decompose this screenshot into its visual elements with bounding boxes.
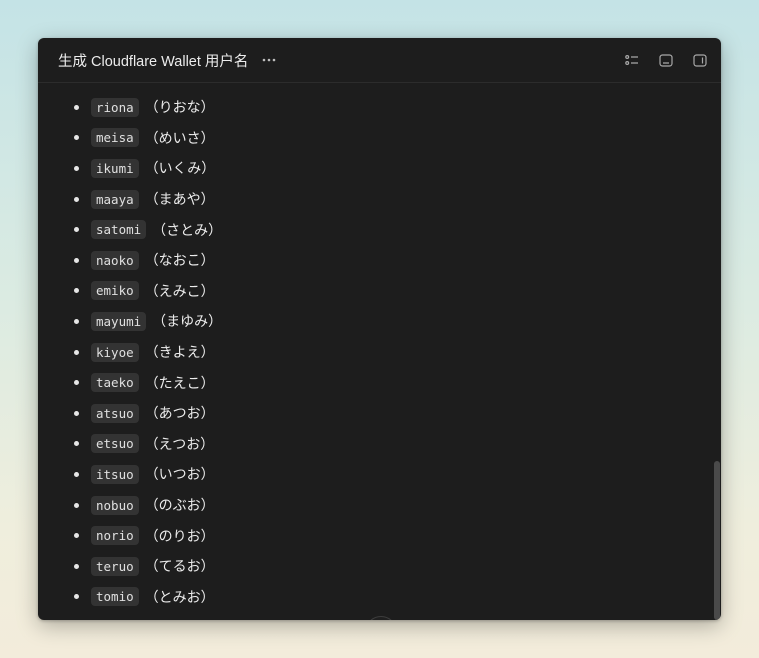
bullet <box>74 135 79 141</box>
list-item: satomi （さとみ） <box>74 214 222 245</box>
username-code: satomi <box>91 220 147 240</box>
username-reading: （りおな） <box>144 100 215 117</box>
bullet <box>74 349 79 355</box>
bullet <box>74 471 79 477</box>
scroll-to-bottom-button[interactable] <box>365 616 397 620</box>
username-code: itsuo <box>91 464 139 484</box>
username-code: ikumi <box>91 158 139 178</box>
ellipsis-icon[interactable] <box>260 51 278 69</box>
bullet <box>74 441 79 447</box>
username-code: meisa <box>91 128 139 148</box>
list-item: itsuo （いつお） <box>74 459 222 490</box>
username-reading: （まゆみ） <box>152 314 223 331</box>
username-reading: （あつお） <box>144 406 215 423</box>
list-item: naoko （なおこ） <box>74 245 222 276</box>
username-code: tomio <box>91 587 139 607</box>
bullet <box>74 288 79 294</box>
username-reading: （いくみ） <box>144 161 216 178</box>
username-code: emiko <box>91 281 139 301</box>
username-code: nobuo <box>91 495 139 515</box>
username-code: etsuo <box>91 434 139 454</box>
bullet <box>74 380 79 386</box>
list-item: etsuo （えつお） <box>74 429 222 460</box>
username-code: norio <box>91 526 139 546</box>
username-reading: （えみこ） <box>144 283 215 300</box>
username-code: naoko <box>91 250 139 270</box>
terminal-panel-icon[interactable] <box>657 51 675 69</box>
bullet <box>74 533 79 539</box>
list-item: tomio （とみお） <box>74 582 222 613</box>
list-item: riona （りおな） <box>74 92 222 123</box>
username-reading: （えつお） <box>144 436 215 453</box>
username-code: kiyoe <box>91 342 139 362</box>
list-item: taeko （たえこ） <box>74 367 222 398</box>
list-item: maaya （まあや） <box>74 184 222 215</box>
bullet <box>74 318 79 324</box>
username-code: maaya <box>91 189 139 209</box>
bullet <box>74 196 79 202</box>
bullet <box>74 502 79 508</box>
bullet <box>74 410 79 416</box>
conversation-title[interactable]: 生成 Cloudflare Wallet 用户名 <box>58 50 248 71</box>
username-code: teruo <box>91 556 139 576</box>
username-reading: （めいさ） <box>144 130 215 147</box>
bullet <box>74 594 79 600</box>
username-reading: （のぶお） <box>144 498 215 515</box>
bullet <box>74 257 79 263</box>
scrollbar-thumb[interactable] <box>714 461 720 620</box>
bullet <box>74 227 79 233</box>
username-reading: （たえこ） <box>144 375 215 392</box>
list-item: kiyoe （きよえ） <box>74 337 222 368</box>
chat-window: 生成 Cloudflare Wallet 用户名 riona （りおな） mei… <box>38 38 721 620</box>
username-code: atsuo <box>91 403 139 423</box>
list-item: meisa （めいさ） <box>74 123 222 154</box>
username-reading: （きよえ） <box>144 345 215 362</box>
username-list: riona （りおな） meisa （めいさ） ikumi （いくみ） maaya （ま… <box>74 92 222 612</box>
list-icon[interactable] <box>623 51 641 69</box>
list-item: nobuo （のぶお） <box>74 490 222 521</box>
bullet <box>74 165 79 171</box>
sidebar-toggle-icon[interactable] <box>691 51 709 69</box>
username-reading: （いつお） <box>144 467 215 484</box>
username-reading: （なおこ） <box>144 253 215 270</box>
message-content: riona （りおな） meisa （めいさ） ikumi （いくみ） maaya （ま… <box>38 83 721 620</box>
username-reading: （てるお） <box>144 559 215 576</box>
list-item: teruo （てるお） <box>74 551 222 582</box>
list-item: norio （のりお） <box>74 520 222 551</box>
list-item: atsuo （あつお） <box>74 398 222 429</box>
bullet <box>74 104 79 110</box>
bullet <box>74 563 79 569</box>
username-reading: （とみお） <box>144 589 215 606</box>
username-code: mayumi <box>91 311 147 331</box>
list-item: mayumi （まゆみ） <box>74 306 222 337</box>
username-reading: （まあや） <box>144 192 215 209</box>
username-reading: （さとみ） <box>152 222 223 239</box>
username-code: taeko <box>91 373 139 393</box>
list-item: ikumi （いくみ） <box>74 153 222 184</box>
title-actions <box>623 51 709 69</box>
title-bar: 生成 Cloudflare Wallet 用户名 <box>38 38 721 83</box>
username-reading: （のりお） <box>144 528 215 545</box>
list-item: emiko （えみこ） <box>74 276 222 307</box>
username-code: riona <box>91 97 139 117</box>
